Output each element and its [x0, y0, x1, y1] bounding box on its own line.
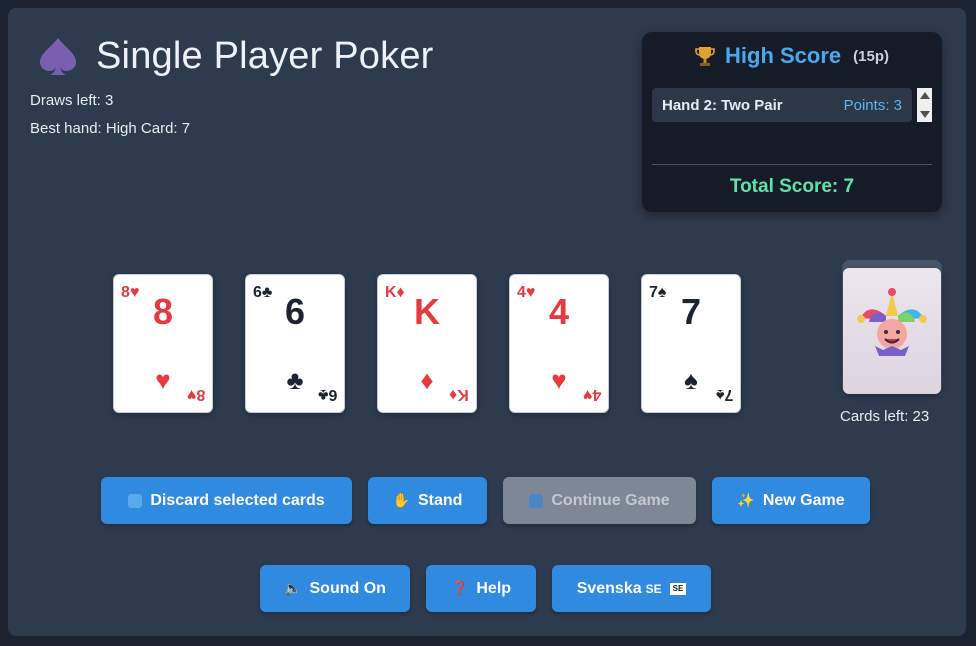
play-icon [529, 493, 544, 508]
card-rank: 7 [680, 291, 702, 332]
high-score-title: High Score [725, 43, 842, 68]
help-button[interactable]: ❓ Help [426, 565, 536, 612]
playing-card-5[interactable]: 7♠ 7 ♠ 7♠ [641, 274, 741, 413]
playing-card-2[interactable]: 6♣ 6 ♣ 6♣ [245, 274, 345, 413]
playing-card-3[interactable]: K♦ K ♦ K♦ [377, 274, 477, 413]
card-rank: 4 [548, 291, 570, 332]
refresh-icon [128, 493, 143, 508]
high-score-subtitle: (15p) [853, 47, 889, 65]
page-title: Single Player Poker [96, 34, 434, 77]
sparkles-icon: ✨ [737, 492, 755, 508]
language-button[interactable]: Svenska SE SE [552, 565, 711, 612]
cards-left: Cards left: 23 [840, 408, 930, 425]
scroll-down-icon[interactable] [920, 111, 930, 118]
jester-icon [857, 288, 927, 356]
playing-card-4[interactable]: 4♥ 4 ♥ 4♥ [509, 274, 609, 413]
high-score-entry: Hand 2: Two Pair Points: 3 [652, 88, 912, 122]
sound-button[interactable]: 🔈 Sound On [260, 565, 410, 612]
high-score-panel: High Score (15p) Hand 2: Two Pair Points… [642, 32, 942, 212]
playing-card-1[interactable]: 8♥ 8 ♥ 8♥ [113, 274, 213, 413]
card-rank: 8 [152, 291, 174, 332]
stand-button[interactable]: ✋ Stand [368, 477, 487, 524]
flag-icon: SE [669, 582, 687, 595]
new-game-button[interactable]: ✨ New Game [712, 477, 870, 524]
discard-button[interactable]: Discard selected cards [101, 477, 352, 524]
deck[interactable] [843, 268, 941, 394]
card-corner-bottom: K♦ [449, 386, 469, 403]
question-icon: ❓ [450, 580, 469, 596]
card-corner-bottom: 8♥ [186, 386, 205, 403]
entry-points: Points: 3 [843, 96, 902, 114]
trophy-icon [695, 47, 715, 66]
stand-label: Stand [417, 491, 463, 509]
total-score: Total Score: 7 [729, 176, 855, 197]
continue-label: Continue Game [551, 491, 670, 509]
draws-left: Draws left: 3 [30, 92, 114, 109]
card-corner-bottom: 4♥ [582, 386, 601, 403]
spade-icon [40, 38, 76, 75]
speaker-icon: 🔈 [284, 580, 302, 596]
hand-icon: ✋ [392, 492, 410, 508]
card-corner-bottom: 6♣ [317, 386, 337, 403]
help-label: Help [476, 579, 512, 597]
language-label: Svenska [576, 579, 642, 597]
sound-label: Sound On [309, 579, 386, 597]
scrollbar[interactable] [917, 88, 932, 122]
discard-label: Discard selected cards [150, 491, 325, 509]
divider [652, 164, 932, 165]
card-rank: K [414, 291, 440, 332]
title-row: Single Player Poker [36, 34, 434, 78]
entry-hand: Hand 2: Two Pair [662, 96, 783, 114]
scroll-up-icon[interactable] [920, 92, 930, 99]
new-game-label: New Game [762, 491, 845, 509]
continue-game-button[interactable]: Continue Game [503, 477, 696, 524]
best-hand: Best hand: High Card: 7 [30, 120, 191, 137]
language-code: SE [645, 581, 662, 596]
high-score-header: High Score (15p) [642, 42, 942, 70]
card-rank: 6 [284, 291, 306, 332]
card-corner-bottom: 7♠ [715, 386, 733, 403]
